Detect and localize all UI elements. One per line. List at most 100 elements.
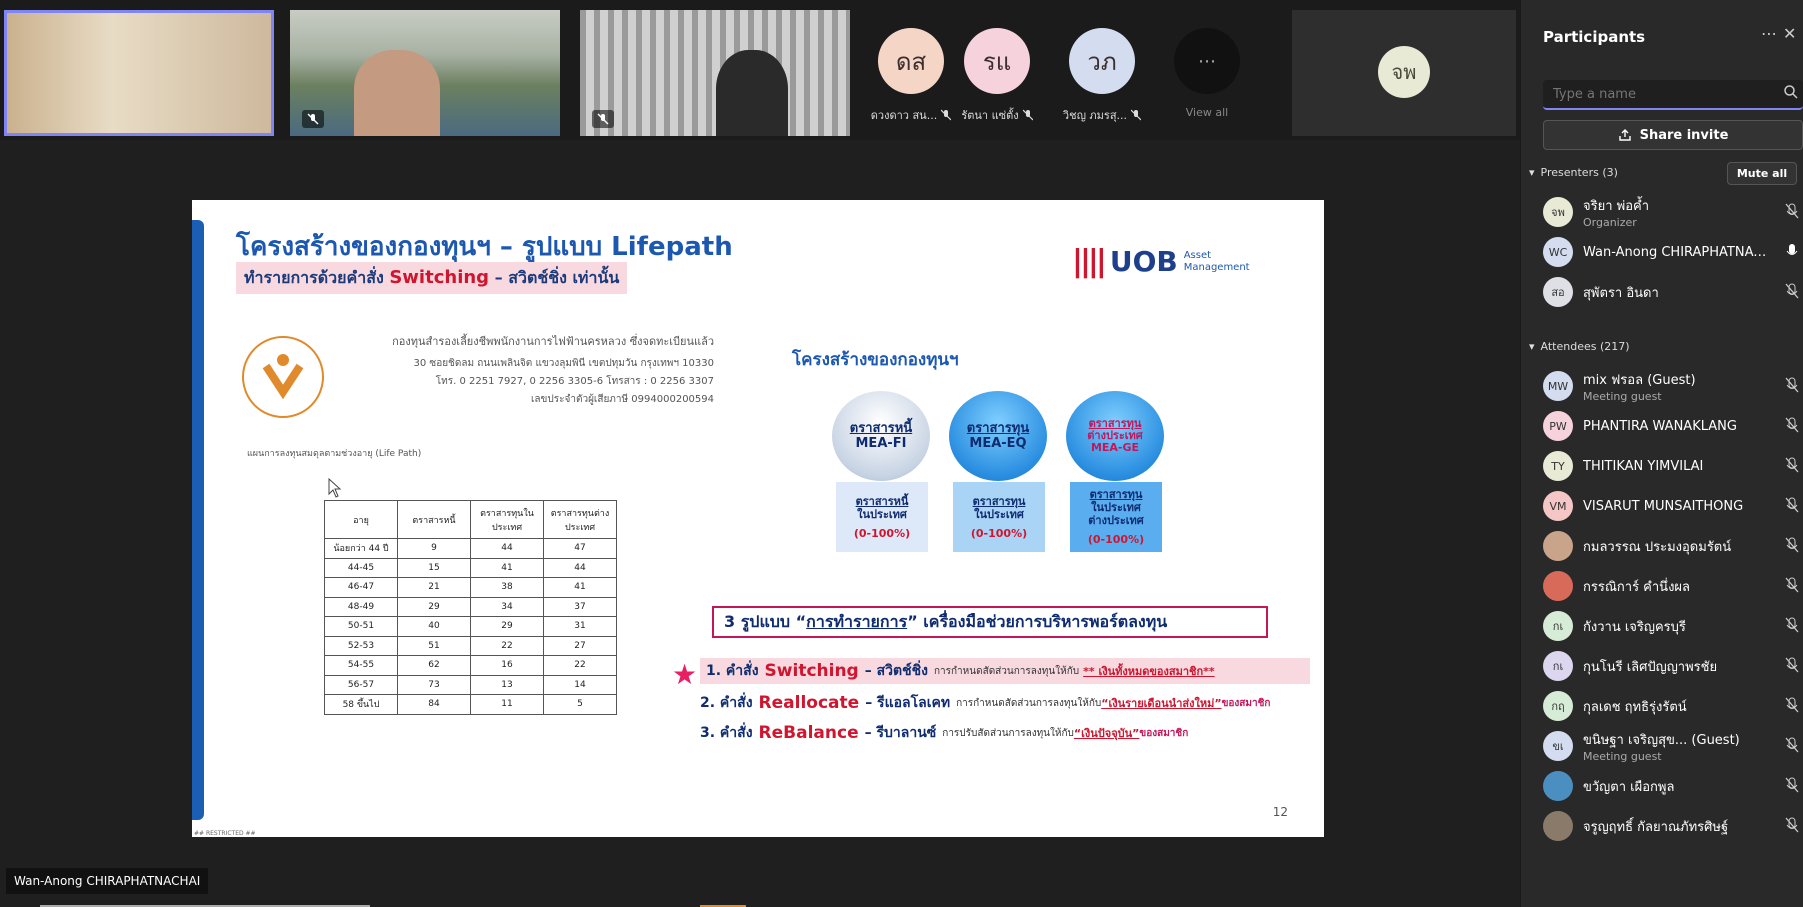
chevron-down-icon: ▾ [1529, 340, 1535, 353]
fund-box-eq: ตราสารทุน ในประเทศ (0-100%) [953, 482, 1045, 552]
participant-row[interactable]: จพ จริยา พ่อค้ำ Organizer [1543, 192, 1803, 232]
avatar-tile-2[interactable]: รแ รัตนา แซ่ตั้ง [949, 28, 1045, 124]
table-cell: 14 [543, 674, 617, 695]
command-thai: – สวิตช์ชิ่ง [864, 663, 928, 679]
participant-row[interactable]: VM VISARUT MUNSAITHONG [1543, 486, 1803, 526]
attendees-section-header[interactable]: ▾ Attendees (217) [1529, 340, 1630, 353]
table-cell: 22 [543, 655, 617, 676]
command-name: Switching [764, 661, 859, 681]
video-tile-woman[interactable] [580, 10, 850, 136]
mic-off-icon[interactable] [1785, 737, 1799, 757]
participant-row[interactable]: MW mix ฟรอล (Guest) Meeting guest [1543, 366, 1803, 406]
participant-name: กังวาน เจริญครบุรี [1583, 619, 1686, 635]
mic-off-icon[interactable] [1785, 697, 1799, 717]
mic-off-icon[interactable] [1785, 617, 1799, 637]
mic-off-icon[interactable] [1785, 283, 1799, 303]
heading-post: ” เครื่องมือช่วยการบริหารพอร์ตลงทุน [907, 611, 1168, 631]
mic-on-icon[interactable] [1785, 243, 1799, 263]
participant-row[interactable]: WC Wan-Anong CHIRAPHATNAC... [1543, 232, 1803, 272]
lifepath-table: อายุ ตราสารหนี้ ตราสารทุนในประเทศ ตราสารทุน… [324, 500, 617, 715]
mic-off-icon [1022, 109, 1033, 121]
table-header-cell: ตราสารหนี้ [397, 500, 471, 539]
mic-off-icon [1131, 109, 1142, 121]
table-cell: 37 [543, 596, 617, 617]
avatar-name: รัตนา แซ่ตั้ง [961, 109, 1019, 122]
video-tile-room[interactable] [4, 10, 274, 136]
search-icon[interactable] [1783, 84, 1799, 100]
mute-all-button[interactable]: Mute all [1727, 162, 1797, 185]
presenter-name-tag: Wan-Anong CHIRAPHATNACHAI [6, 868, 209, 894]
avatar [1543, 811, 1573, 841]
participant-row[interactable]: สอ สุพัตรา อินดา [1543, 272, 1803, 312]
mic-off-icon[interactable] [1785, 577, 1799, 597]
presenters-section-header[interactable]: ▾ Presenters (3) [1529, 166, 1618, 179]
participant-row[interactable]: กมลวรรณ ประมงอุดมรัตน์ [1543, 526, 1803, 566]
mic-off-icon[interactable] [1785, 377, 1799, 397]
participant-name: PHANTIRA WANAKLANG [1583, 418, 1737, 434]
logo-sub1: Asset [1183, 249, 1212, 261]
featured-avatar-tile[interactable]: จพ [1292, 10, 1516, 136]
view-all-button[interactable]: ⋯ View all [1159, 28, 1255, 119]
more-options-icon[interactable]: ⋯ [1761, 24, 1777, 43]
participant-row[interactable]: กฤ กุลเดช ฤทธิรุ่งรัตน์ [1543, 686, 1803, 726]
subtitle-pre: ทำรายการด้วยคำสั่ง [244, 268, 390, 287]
slide-title: โครงสร้างของกองทุนฯ – รูปแบบ Lifepath [236, 232, 733, 262]
table-cell: 13 [470, 674, 544, 695]
view-all-label: View all [1185, 106, 1229, 119]
video-tile-man[interactable] [290, 10, 560, 136]
mic-off-icon[interactable] [1785, 537, 1799, 557]
participant-row[interactable]: ขเ ขนิษฐา เจริญสุข... (Guest) Meeting gues… [1543, 726, 1803, 766]
subtitle-switch: Switching [389, 267, 490, 288]
table-cell: 11 [470, 694, 544, 715]
avatar-tile-3[interactable]: วภ วิชญ ภมรสุ... [1054, 28, 1150, 124]
mic-off-icon[interactable] [1785, 417, 1799, 437]
fund-circle-fi: ตราสารหนี้ MEA-FI [832, 391, 930, 481]
participant-name: THITIKAN YIMVILAI [1583, 458, 1704, 474]
participant-row[interactable]: PW PHANTIRA WANAKLANG [1543, 406, 1803, 446]
more-icon: ⋯ [1174, 28, 1240, 94]
circle-label: ตราสารทุน [966, 421, 1030, 436]
mic-off-icon[interactable] [1785, 777, 1799, 797]
table-cell: 27 [543, 635, 617, 656]
table-cell: 56-57 [324, 674, 398, 695]
mic-off-icon[interactable] [1785, 457, 1799, 477]
box-sublabel: ในประเทศ [974, 507, 1024, 521]
table-cell: 41 [470, 557, 544, 578]
share-icon [1618, 129, 1631, 141]
close-icon[interactable]: ✕ [1783, 24, 1796, 43]
table-row: 52-53 51 22 27 [324, 635, 617, 656]
avatar: VM [1543, 491, 1573, 521]
participant-name: mix ฟรอล (Guest) [1583, 373, 1696, 388]
box-label: ตราสารทุน [1089, 488, 1143, 501]
participant-row[interactable]: กเ กุนโนรี เลิศปัญญาพรชัย [1543, 646, 1803, 686]
avatar-tile-1[interactable]: ดส ดวงดาว สน... [863, 28, 959, 124]
command-tail: ของสมาชิก [1139, 727, 1189, 739]
command-thai: – รีบาลานซ์ [864, 725, 937, 741]
participant-name: ขวัญตา เผือกพูล [1583, 779, 1675, 795]
participant-name: ขนิษฐา เจริญสุข... (Guest) [1583, 733, 1740, 748]
mic-off-icon[interactable] [1785, 657, 1799, 677]
box-sublabel-2: ต่างประเทศ [1088, 514, 1144, 527]
table-cell: 50-51 [324, 616, 398, 637]
participant-row[interactable]: จรูญฤทธิ์ กัลยาณภัทรศิษฐ์ [1543, 806, 1803, 846]
participant-row[interactable]: กรรณิการ์ คำนึ่งผล [1543, 566, 1803, 606]
mic-off-icon[interactable] [1785, 203, 1799, 223]
structure-title: โครงสร้างของกองทุนฯ [792, 350, 959, 370]
box-sublabel: ในประเทศ [1091, 501, 1141, 514]
table-cell: 29 [470, 616, 544, 637]
mic-off-icon[interactable] [1785, 497, 1799, 517]
participant-row[interactable]: TY THITIKAN YIMVILAI [1543, 446, 1803, 486]
mic-off-icon[interactable] [1785, 817, 1799, 837]
share-invite-button[interactable]: Share invite [1543, 120, 1803, 150]
logo-sub2: Management [1183, 261, 1250, 273]
participant-row[interactable]: กเ กังวาน เจริญครบุรี [1543, 606, 1803, 646]
participant-row[interactable]: ขวัญตา เผือกพูล [1543, 766, 1803, 806]
command-highlight: “เงินปัจจุบัน” [1073, 727, 1140, 740]
chevron-down-icon: ▾ [1529, 166, 1535, 179]
table-row: 46-47 21 38 41 [324, 577, 617, 598]
participant-name: จรูญฤทธิ์ กัลยาณภัทรศิษฐ์ [1583, 819, 1729, 835]
table-cell: 44 [543, 557, 617, 578]
video-strip: ดส ดวงดาว สน... รแ รัตนา แซ่ตั้ง วภ วิชญ… [0, 0, 1520, 140]
search-input[interactable] [1543, 80, 1803, 110]
avatar: กเ [1543, 651, 1573, 681]
